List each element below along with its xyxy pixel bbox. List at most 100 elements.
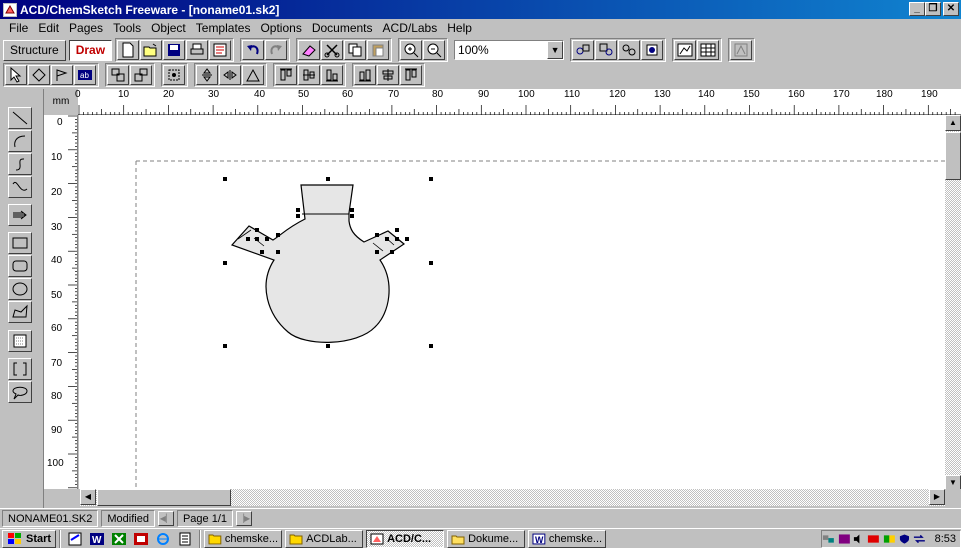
open-button[interactable]	[140, 40, 163, 60]
structure-mode-tab[interactable]: Structure	[3, 39, 66, 61]
next-page-button[interactable]: ▕▶	[236, 511, 252, 526]
callout-tool-button[interactable]	[8, 381, 32, 403]
h-ruler-label: 150	[743, 89, 760, 100]
drawing-canvas[interactable]	[79, 115, 945, 489]
select-tool-button[interactable]	[5, 65, 27, 85]
print-button[interactable]	[186, 40, 209, 60]
h-ruler-label: 80	[432, 89, 444, 100]
vertical-scroll-thumb[interactable]	[945, 132, 961, 180]
menu-help[interactable]: Help	[442, 21, 477, 35]
tray-app-icon[interactable]	[883, 533, 896, 545]
scroll-right-arrow[interactable]: ▶	[929, 489, 945, 505]
notepad-icon[interactable]	[67, 532, 83, 546]
h-ruler-label: 170	[833, 89, 850, 100]
menu-options[interactable]: Options	[255, 21, 306, 35]
draw-mode-tab[interactable]: Draw	[68, 39, 113, 61]
templates-button[interactable]	[730, 40, 753, 60]
menu-acdlabs[interactable]: ACD/Labs	[378, 21, 443, 35]
scroll-up-arrow[interactable]: ▲	[945, 115, 961, 131]
cut-button[interactable]	[321, 40, 344, 60]
task-button-active[interactable]: ACD/C...	[366, 529, 445, 548]
save-button[interactable]	[163, 40, 186, 60]
powerpoint-icon[interactable]	[133, 532, 149, 546]
table-button[interactable]	[697, 40, 720, 60]
print-preview-button[interactable]	[209, 40, 232, 60]
speaker-icon[interactable]	[853, 533, 864, 545]
menu-documents[interactable]: Documents	[307, 21, 378, 35]
copy-button[interactable]	[344, 40, 367, 60]
undo-button[interactable]	[242, 40, 265, 60]
center-button[interactable]	[163, 65, 185, 85]
start-button[interactable]: Start	[2, 529, 57, 548]
task-button[interactable]: chemske...	[204, 529, 283, 548]
zoom-select[interactable]: 100% ▼	[454, 40, 565, 60]
rotate-shape-button[interactable]	[242, 65, 264, 85]
redo-button[interactable]	[265, 40, 288, 60]
align-bottom-button[interactable]	[321, 65, 343, 85]
group-button[interactable]	[618, 40, 641, 60]
menu-templates[interactable]: Templates	[191, 21, 256, 35]
shield-icon[interactable]	[899, 533, 910, 545]
rounded-rect-tool-button[interactable]	[8, 255, 32, 277]
restore-button[interactable]: ❐	[925, 2, 941, 16]
task-button[interactable]: W chemske...	[528, 529, 607, 548]
arrow-tool-button[interactable]	[8, 204, 32, 226]
horizontal-scrollbar[interactable]: ◀ ▶	[80, 489, 945, 506]
send-back-button[interactable]	[595, 40, 618, 60]
flag-tool-button[interactable]	[51, 65, 73, 85]
transfer-icon[interactable]	[913, 533, 926, 545]
ellipse-tool-button[interactable]	[8, 278, 32, 300]
rotate-tool-button[interactable]	[28, 65, 50, 85]
bring-front-button[interactable]	[572, 40, 595, 60]
internet-explorer-icon[interactable]	[155, 532, 171, 546]
chart-button[interactable]	[674, 40, 697, 60]
distribute-center-button[interactable]	[377, 65, 399, 85]
text-tool-button[interactable]: ab	[74, 65, 96, 85]
line-tool-button[interactable]	[8, 107, 32, 129]
vertical-scrollbar[interactable]: ▲ ▼	[945, 115, 961, 491]
align-left-button[interactable]	[107, 65, 129, 85]
menu-tools[interactable]: Tools	[108, 21, 146, 35]
pattern-tool-button[interactable]	[8, 330, 32, 352]
menu-edit[interactable]: Edit	[33, 21, 64, 35]
document-icon[interactable]	[177, 532, 193, 546]
chevron-down-icon[interactable]: ▼	[547, 41, 564, 59]
bezier-tool-button[interactable]	[8, 176, 32, 198]
ati-icon[interactable]	[867, 533, 880, 545]
chemsketch-app-icon[interactable]	[3, 2, 17, 17]
distribute-left-button[interactable]	[354, 65, 376, 85]
network-icon[interactable]	[822, 533, 835, 545]
arc-tool-button[interactable]	[8, 130, 32, 152]
menu-pages[interactable]: Pages	[64, 21, 108, 35]
rectangle-tool-button[interactable]	[8, 232, 32, 254]
excel-icon[interactable]	[111, 532, 127, 546]
zoom-out-button[interactable]	[423, 40, 446, 60]
horizontal-scroll-thumb[interactable]	[97, 489, 231, 506]
clear-button[interactable]	[298, 40, 321, 60]
previous-page-button[interactable]: ◀▏	[157, 511, 174, 526]
scroll-left-arrow[interactable]: ◀	[80, 489, 96, 505]
new-document-button[interactable]	[117, 40, 140, 60]
curve-tool-button[interactable]	[8, 153, 32, 175]
menu-object[interactable]: Object	[146, 21, 191, 35]
align-top-button[interactable]	[275, 65, 297, 85]
polygon-tool-button[interactable]	[8, 301, 32, 323]
ungroup-button[interactable]	[641, 40, 664, 60]
close-button[interactable]: ✕	[943, 2, 959, 16]
align-middle-button[interactable]	[298, 65, 320, 85]
h-ruler-label: 120	[609, 89, 626, 100]
bracket-tool-button[interactable]	[8, 358, 32, 380]
word-icon[interactable]: W	[89, 532, 105, 546]
paste-button[interactable]	[367, 40, 390, 60]
three-neck-flask-drawing[interactable]	[230, 184, 406, 343]
menu-file[interactable]: File	[4, 21, 33, 35]
flip-vertical-button[interactable]	[196, 65, 218, 85]
minimize-button[interactable]: _	[909, 2, 925, 16]
flip-horizontal-button[interactable]	[219, 65, 241, 85]
zoom-in-button[interactable]	[400, 40, 423, 60]
antivirus-icon[interactable]	[838, 533, 851, 545]
task-button[interactable]: Dokume...	[447, 529, 526, 548]
distribute-right-button[interactable]	[400, 65, 422, 85]
task-button[interactable]: ACDLab...	[285, 529, 364, 548]
align-right-button[interactable]	[130, 65, 152, 85]
